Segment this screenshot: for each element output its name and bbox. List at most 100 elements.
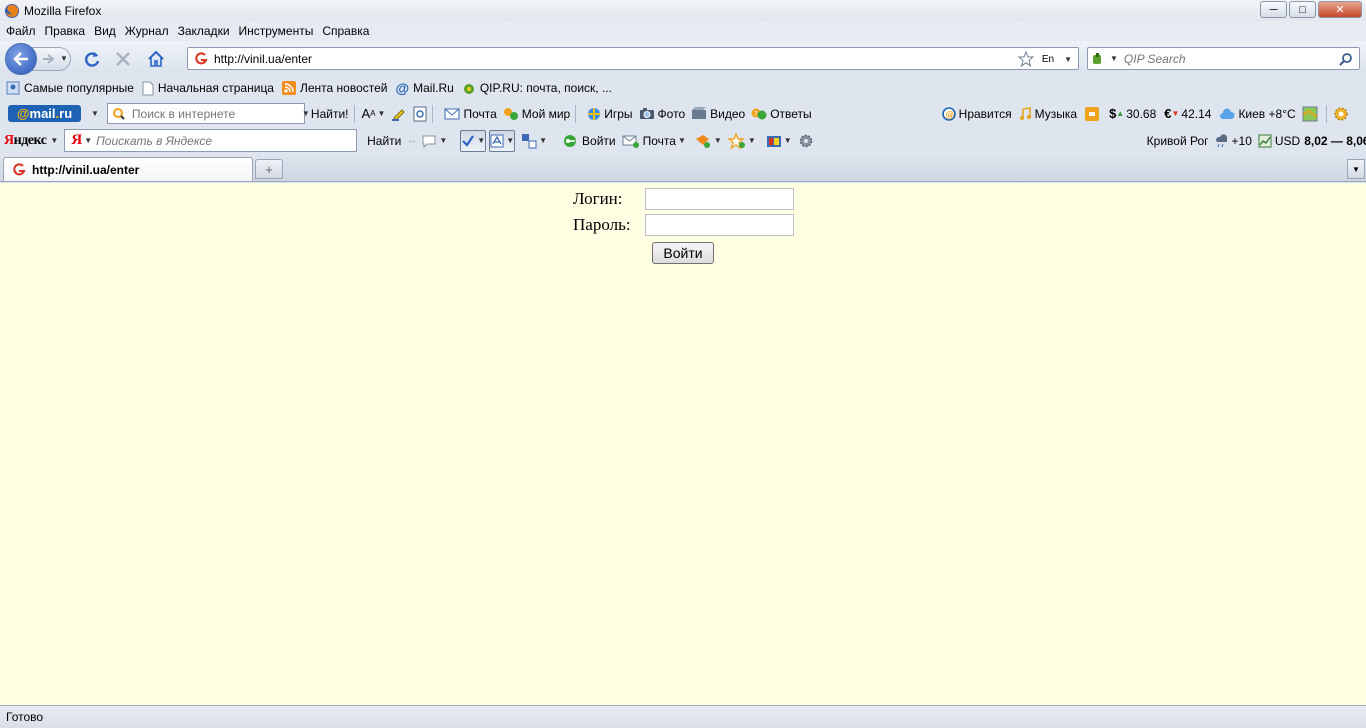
tab-list-button[interactable]: ▼: [1347, 159, 1365, 179]
page-icon: [142, 81, 154, 96]
page-translate-icon[interactable]: [521, 133, 537, 149]
spellcheck-button[interactable]: ▼: [460, 129, 487, 152]
yandex-search-dropdown-icon[interactable]: ▼: [84, 136, 92, 145]
favorites-dropdown-icon[interactable]: ▼: [748, 136, 756, 145]
tab-vinil-enter[interactable]: http://vinil.ua/enter: [3, 157, 253, 181]
mail-icon: [622, 134, 640, 148]
mailru-my-world[interactable]: Мой мир: [503, 107, 570, 121]
qip-search-input[interactable]: [1123, 51, 1334, 66]
menu-view[interactable]: Вид: [94, 24, 116, 38]
mailru-music[interactable]: Музыка: [1018, 107, 1077, 121]
notification-icon[interactable]: [1085, 106, 1100, 121]
site-favicon-icon: [194, 51, 208, 66]
language-indicator[interactable]: En: [1042, 54, 1054, 65]
maximize-button[interactable]: □: [1289, 1, 1316, 18]
currency-rate[interactable]: USD 8,02 — 8,06 ▼: [1258, 134, 1366, 148]
yandex-logo[interactable]: Яндекс: [4, 133, 47, 149]
settings-gear-icon[interactable]: [1332, 105, 1350, 123]
close-window-button[interactable]: ✕: [1318, 1, 1362, 18]
yandex-login[interactable]: Войти: [563, 134, 616, 148]
home-icon[interactable]: [147, 50, 165, 68]
menu-edit[interactable]: Правка: [45, 24, 86, 38]
menu-tools[interactable]: Инструменты: [239, 24, 314, 38]
page-translate-dropdown-icon[interactable]: ▼: [539, 136, 547, 145]
new-tab-button[interactable]: +: [255, 159, 283, 179]
qip-logo-icon[interactable]: [1092, 52, 1108, 66]
font-size-icon[interactable]: A A ▼: [362, 106, 386, 121]
weather-city[interactable]: Кривой Рог: [1147, 134, 1209, 148]
magnifier-icon: [112, 107, 128, 121]
yandex-toolbar: Яндекс ▼ Я ▼ Найти ↔ ▼ ▼ ▼ ▼ Войти Почта…: [0, 127, 1366, 154]
bookmark-news-feed[interactable]: Лента новостей: [281, 81, 387, 95]
favorites-star-icon[interactable]: [727, 132, 746, 149]
firefox-logo-icon: [4, 3, 20, 19]
market-dropdown-icon[interactable]: ▼: [714, 136, 722, 145]
weather-temperature[interactable]: +10: [1215, 134, 1252, 148]
qip-icon: [462, 81, 476, 96]
gear-icon[interactable]: [798, 133, 814, 149]
bookmark-star-icon[interactable]: [1017, 51, 1034, 67]
mailru-search-input[interactable]: [131, 106, 282, 121]
yandex-search-box[interactable]: Я ▼: [64, 129, 358, 152]
yandex-menu-dropdown-icon[interactable]: ▼: [50, 136, 58, 145]
bar-dropdown-icon[interactable]: ▼: [784, 136, 792, 145]
qip-engine-dropdown-icon[interactable]: ▼: [1110, 54, 1118, 63]
minimize-button[interactable]: ─: [1260, 1, 1287, 18]
yandex-search-input[interactable]: [96, 133, 357, 148]
menu-bookmarks[interactable]: Закладки: [178, 24, 230, 38]
market-bag-icon[interactable]: [694, 133, 712, 149]
translate-button[interactable]: ▼: [489, 129, 516, 152]
menu-help[interactable]: Справка: [322, 24, 369, 38]
svg-text:@: @: [945, 110, 954, 120]
mailru-search-dropdown-icon[interactable]: ▼: [302, 109, 310, 118]
menu-bar: Файл Правка Вид Журнал Закладки Инструме…: [0, 21, 1366, 41]
page-search-icon[interactable]: [413, 106, 427, 122]
map-icon[interactable]: [1302, 106, 1318, 122]
mailru-mail[interactable]: Почта: [444, 107, 497, 121]
speech-dropdown-icon[interactable]: ▼: [439, 136, 447, 145]
mailru-find-button[interactable]: Найти!: [311, 107, 349, 121]
mailru-menu-dropdown-icon[interactable]: ▼: [91, 109, 99, 118]
bookmark-mailru[interactable]: @ Mail.Ru: [395, 80, 453, 96]
translate-icon: [490, 134, 504, 148]
menu-file[interactable]: Файл: [6, 24, 36, 38]
camera-icon: [639, 107, 655, 120]
weather[interactable]: Киев +8°C: [1219, 107, 1296, 121]
search-icon[interactable]: [1339, 52, 1353, 66]
reload-icon[interactable]: [83, 50, 101, 68]
cloud-icon: [1219, 107, 1235, 120]
back-button[interactable]: [5, 42, 37, 75]
qip-search-box[interactable]: ▼: [1087, 47, 1360, 70]
yandex-mail[interactable]: Почта ▼: [622, 134, 686, 148]
euro-rate[interactable]: € ▼ 42.14: [1164, 106, 1211, 121]
url-text[interactable]: http://vinil.ua/enter: [214, 52, 312, 66]
mailru-answers[interactable]: ? Ответы: [751, 107, 812, 121]
bar-icon[interactable]: [766, 133, 782, 149]
login-input[interactable]: [645, 188, 794, 210]
history-dropdown-icon[interactable]: ▼: [60, 54, 68, 63]
bookmark-start-page[interactable]: Начальная страница: [142, 81, 274, 96]
mailru-like[interactable]: @ Нравится: [941, 106, 1012, 121]
stop-icon[interactable]: [115, 51, 131, 67]
bookmark-most-visited[interactable]: Самые популярные: [6, 81, 134, 95]
mailru-logo[interactable]: @ mail. ru: [8, 105, 81, 122]
bookmark-qipru[interactable]: QIP.RU: почта, поиск, ...: [462, 81, 612, 96]
speech-bubble-icon[interactable]: [421, 134, 437, 148]
submit-login-button[interactable]: Войти: [652, 242, 714, 264]
video-icon: [691, 107, 707, 120]
mailru-search-box[interactable]: ▼: [106, 103, 310, 124]
arrows-icon[interactable]: ↔: [407, 135, 417, 146]
url-bar[interactable]: http://vinil.ua/enter En ▼: [187, 47, 1079, 70]
yandex-find-button[interactable]: Найти: [367, 134, 401, 148]
menu-history[interactable]: Журнал: [125, 24, 169, 38]
tab-label: http://vinil.ua/enter: [32, 162, 140, 177]
mailru-games[interactable]: Игры: [587, 107, 633, 121]
highlighter-icon[interactable]: [391, 107, 407, 121]
dollar-rate[interactable]: $ ▲ 30.68: [1109, 106, 1156, 121]
like-icon: @: [941, 106, 956, 121]
url-dropdown-icon[interactable]: ▼: [1064, 55, 1072, 64]
tab-bar: http://vinil.ua/enter + ▼: [0, 154, 1366, 182]
mailru-video[interactable]: Видео: [691, 107, 745, 121]
password-input[interactable]: [645, 214, 794, 236]
mailru-photo[interactable]: Фото: [639, 107, 685, 121]
